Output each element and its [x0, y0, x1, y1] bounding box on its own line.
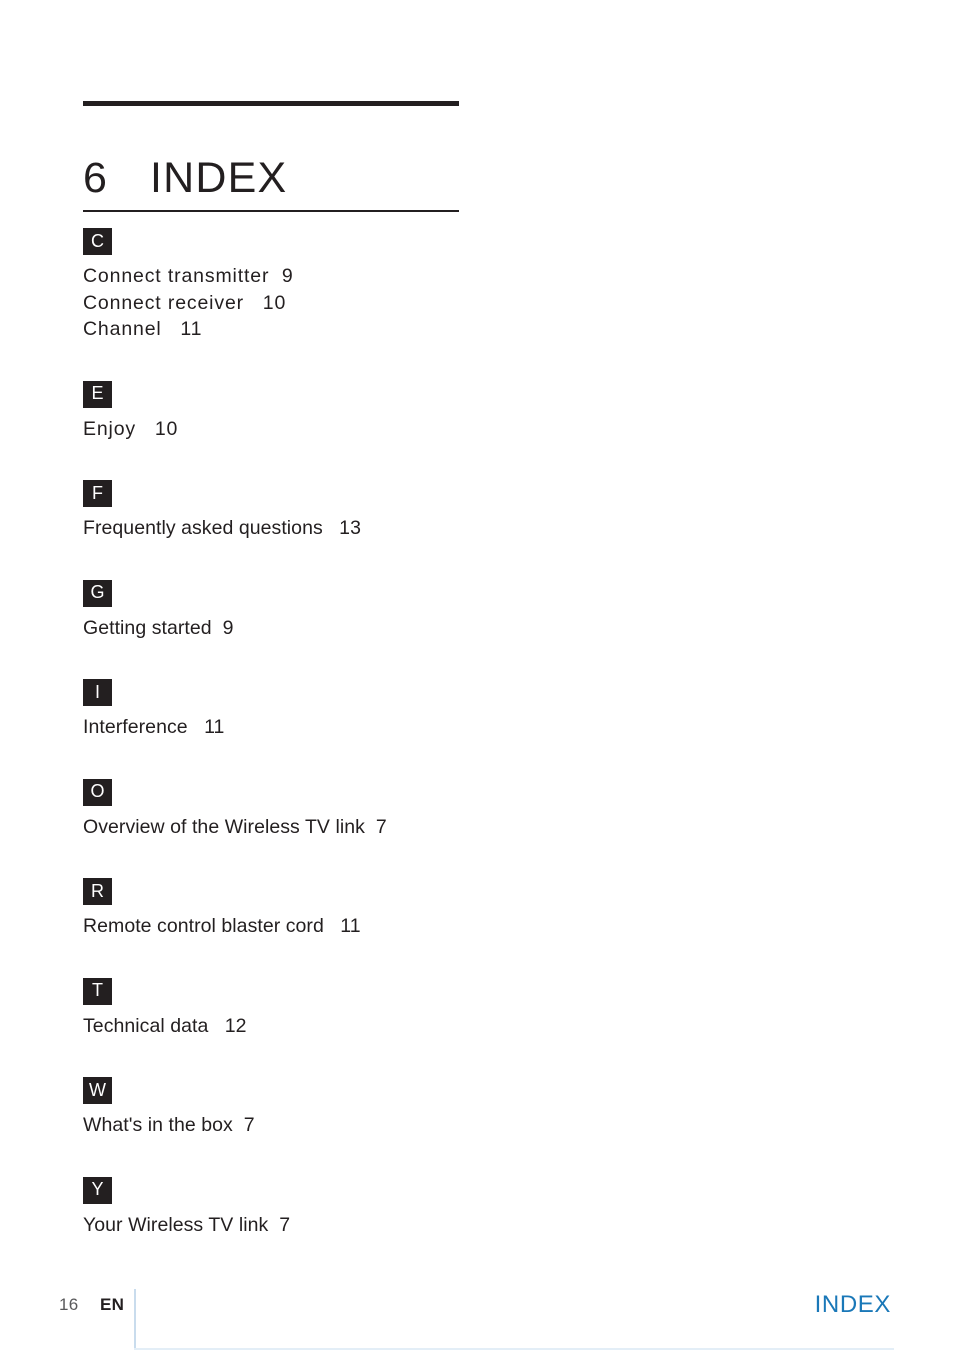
chapter-number: 6: [83, 153, 108, 202]
section-letter-badge: R: [83, 878, 112, 905]
index-entry-list: Interference 11: [83, 714, 603, 741]
section-letter-badge: Y: [83, 1176, 112, 1204]
section-letter-badge: T: [83, 977, 112, 1005]
index-entry-list: Your Wireless TV link 7: [83, 1212, 603, 1239]
page-footer: 16 EN INDEX: [0, 1286, 954, 1350]
index-entry[interactable]: Channel 11: [83, 316, 603, 343]
index-entry[interactable]: What's in the box 7: [83, 1112, 603, 1139]
chapter-title-text: INDEX: [150, 153, 288, 202]
index-section-w: W What's in the box 7: [83, 1077, 603, 1139]
index-entry[interactable]: Getting started 9: [83, 615, 603, 642]
index-section-e: E Enjoy 10: [83, 380, 603, 443]
footer-page-number: 16: [59, 1295, 79, 1314]
header-rule-thin: [83, 210, 459, 212]
index-entry[interactable]: Overview of the Wireless TV link 7: [83, 814, 603, 841]
index-entry-list: Technical data 12: [83, 1013, 603, 1040]
index-section-o: O Overview of the Wireless TV link 7: [83, 778, 603, 841]
section-letter-badge: W: [83, 1077, 112, 1104]
index-section-g: G Getting started 9: [83, 579, 603, 642]
section-letter-badge: E: [83, 380, 112, 408]
header-rule-thick: [83, 101, 459, 106]
index-section-i: I Interference 11: [83, 679, 603, 741]
section-letter-badge: I: [83, 679, 112, 706]
section-letter-badge: F: [83, 480, 112, 507]
index-section-t: T Technical data 12: [83, 977, 603, 1040]
index-entry-list: Connect transmitter 9 Connect receiver 1…: [83, 263, 603, 343]
index-entry-list: Frequently asked questions 13: [83, 515, 603, 542]
index-entry-list: Enjoy 10: [83, 416, 603, 443]
section-letter-badge: O: [83, 778, 112, 806]
footer-language-code: EN: [100, 1295, 125, 1314]
page-title: 6 INDEX: [83, 153, 463, 215]
index-entry-list: What's in the box 7: [83, 1112, 603, 1139]
index-section-r: R Remote control blaster cord 11: [83, 878, 603, 940]
index-entry[interactable]: Enjoy 10: [83, 416, 603, 443]
footer-chapter-label: INDEX: [814, 1291, 891, 1318]
section-letter-badge: C: [83, 228, 112, 255]
index-entry-list: Getting started 9: [83, 615, 603, 642]
document-page: 6 INDEX C Connect transmitter 9 Connect …: [0, 0, 954, 1350]
index-entry[interactable]: Technical data 12: [83, 1013, 603, 1040]
index-content: C Connect transmitter 9 Connect receiver…: [83, 228, 603, 1238]
index-entry[interactable]: Remote control blaster cord 11: [83, 913, 603, 940]
index-section-y: Y Your Wireless TV link 7: [83, 1176, 603, 1239]
index-section-c: C Connect transmitter 9 Connect receiver…: [83, 228, 603, 343]
index-entry[interactable]: Interference 11: [83, 714, 603, 741]
footer-vertical-divider: [134, 1289, 136, 1350]
index-entry-list: Overview of the Wireless TV link 7: [83, 814, 603, 841]
index-section-f: F Frequently asked questions 13: [83, 480, 603, 542]
index-entry[interactable]: Connect receiver 10: [83, 290, 603, 317]
index-entry[interactable]: Your Wireless TV link 7: [83, 1212, 603, 1239]
section-letter-badge: G: [83, 579, 112, 607]
index-entry[interactable]: Frequently asked questions 13: [83, 515, 603, 542]
index-entry-list: Remote control blaster cord 11: [83, 913, 603, 940]
index-entry[interactable]: Connect transmitter 9: [83, 263, 603, 290]
